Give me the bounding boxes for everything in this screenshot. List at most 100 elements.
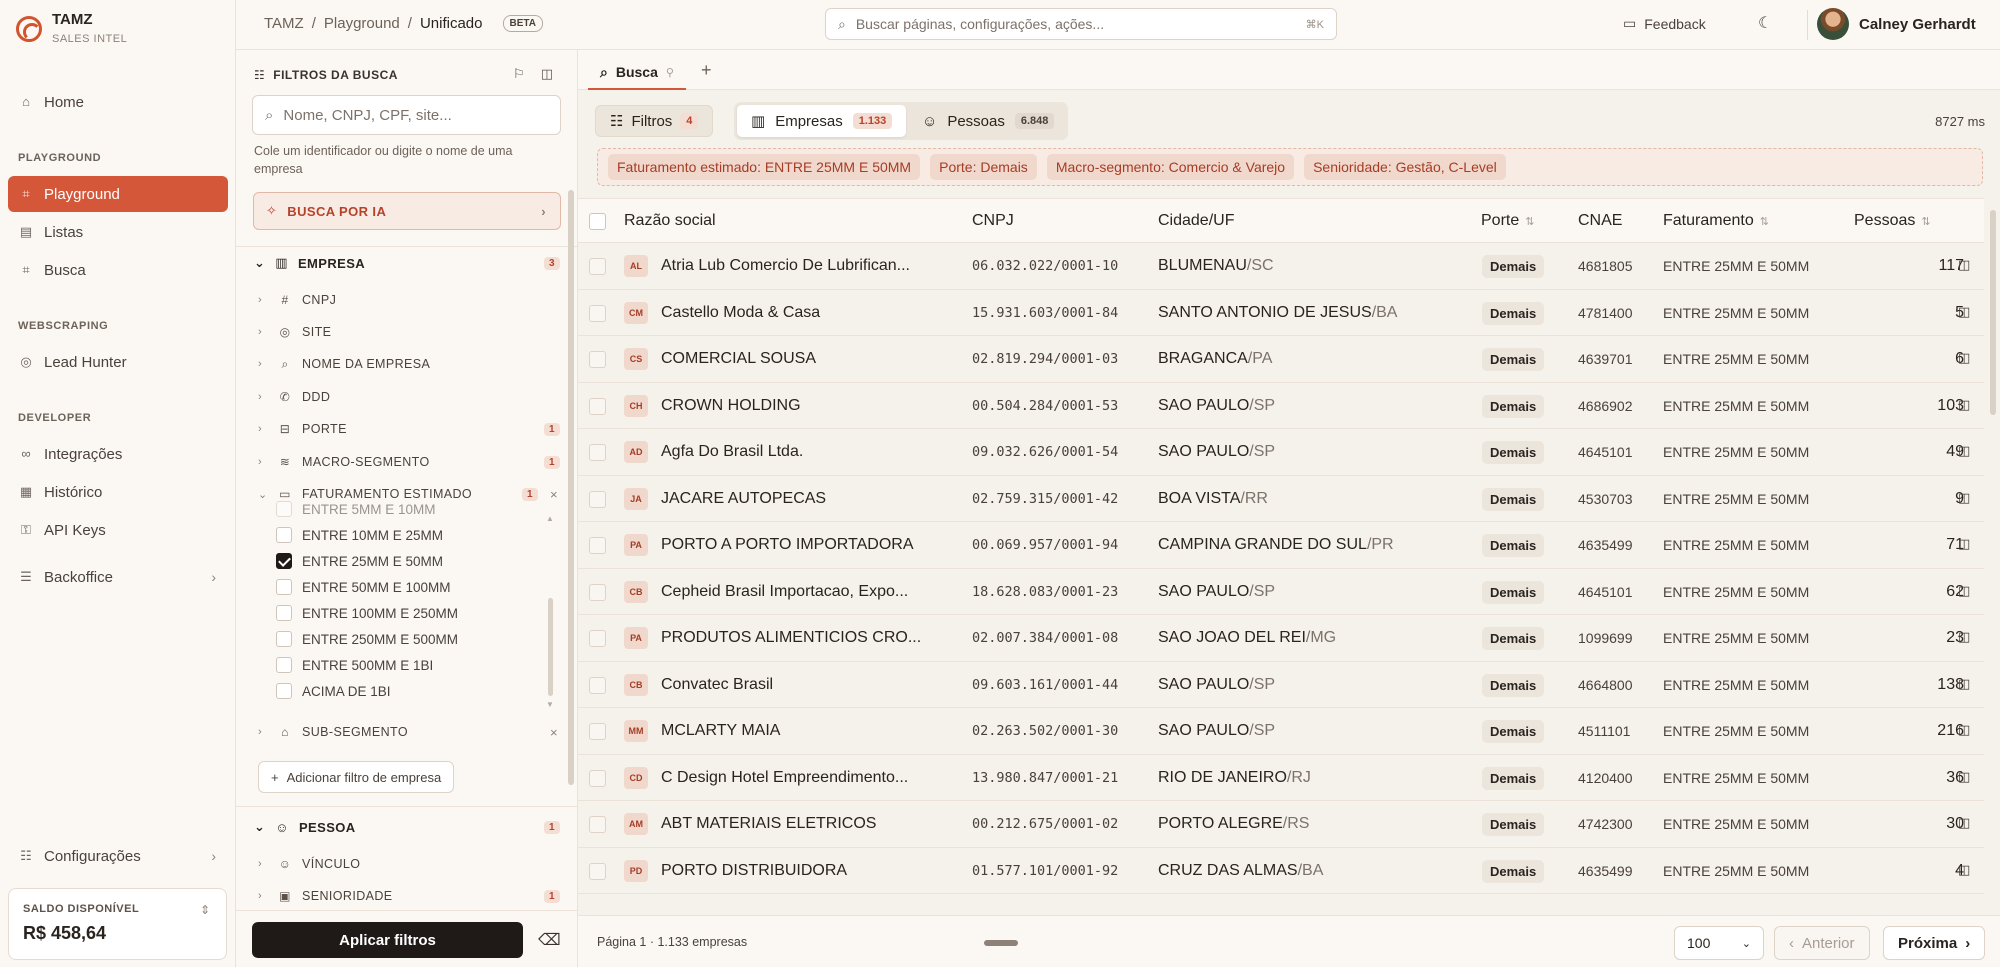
table-row[interactable]: PA PRODUTOS ALIMENTICIOS CRO... 02.007.384… [578, 615, 1984, 662]
panel-toggle-icon[interactable]: ◫ [541, 66, 553, 82]
table-row[interactable]: CB Convatec Brasil 09.603.161/0001-44 SAO P… [578, 661, 1984, 708]
open-panel-icon[interactable]: ◫ [1958, 304, 1970, 320]
eraser-icon[interactable]: ⌫ [538, 930, 561, 950]
company-name[interactable]: Convatec Brasil [661, 676, 773, 694]
row-checkbox[interactable] [589, 862, 606, 880]
pin-icon[interactable]: ⚲ [666, 66, 674, 79]
global-search[interactable]: ⌕ Buscar páginas, configurações, ações..… [825, 8, 1337, 40]
sidebar-item-integracoes[interactable]: ∞ Integrações [8, 436, 228, 472]
breadcrumb-tamz[interactable]: TAMZ [264, 15, 304, 32]
sidebar-item-api-keys[interactable]: ⚿ API Keys [8, 512, 228, 548]
feedback-button[interactable]: ▭ Feedback [1623, 15, 1706, 32]
option-3[interactable]: ENTRE 50MM E 100MM [276, 577, 451, 597]
company-name[interactable]: C Design Hotel Empreendimento... [661, 769, 908, 787]
open-panel-icon[interactable]: ◫ [1958, 815, 1970, 831]
sidebar-item-historico[interactable]: ▦ Histórico [8, 474, 228, 510]
table-row[interactable]: AD Agfa Do Brasil Ltda. 09.032.626/0001-54… [578, 429, 1984, 476]
filter-row-senioridade[interactable]: › ▣ SENIORIDADE 1 [258, 886, 560, 906]
checkbox[interactable] [276, 605, 292, 621]
filter-row-porte[interactable]: › ⊟ PORTE 1 [258, 419, 560, 439]
company-name[interactable]: COMERCIAL SOUSA [661, 350, 816, 368]
option-0[interactable]: ENTRE 5MM E 10MM [276, 499, 436, 519]
next-page-button[interactable]: Próxima › [1883, 926, 1986, 960]
table-row[interactable]: AM ABT MATERIAIS ELETRICOS 00.212.675/0001… [578, 801, 1984, 848]
row-checkbox[interactable] [589, 723, 606, 740]
theme-toggle-moon-icon[interactable]: ☾ [1758, 13, 1772, 33]
column-porte[interactable]: Porte ⇅ [1481, 212, 1534, 230]
filter-row-site[interactable]: › ◎ SITE [258, 322, 560, 342]
table-row[interactable]: JA JACARE AUTOPECAS 02.759.315/0001-42 BOA … [578, 475, 1984, 522]
sidebar-item-busca[interactable]: ⌗ Busca [8, 252, 228, 288]
filters-toggle-button[interactable]: ☷ Filtros 4 [595, 105, 714, 137]
checkbox[interactable] [276, 657, 292, 673]
filter-search-input[interactable]: ⌕ Nome, CNPJ, CPF, site... [252, 95, 561, 135]
open-panel-icon[interactable]: ◫ [1958, 443, 1970, 459]
tab-pessoas[interactable]: ☺ Pessoas 6.848 [908, 105, 1068, 137]
table-scrollbar[interactable] [1990, 210, 1996, 415]
table-row[interactable]: PA PORTO A PORTO IMPORTADORA 00.069.957/00… [578, 522, 1984, 569]
table-row[interactable]: CH CROWN HOLDING 00.504.284/0001-53 SAO PAU… [578, 382, 1984, 429]
table-row[interactable]: CB Cepheid Brasil Importacao, Expo... 18.6… [578, 568, 1984, 615]
add-company-filter-button[interactable]: + Adicionar filtro de empresa [258, 761, 455, 793]
option-2[interactable]: ENTRE 25MM E 50MM [276, 551, 443, 571]
filter-row-sub-segmento[interactable]: › ⌂ SUB-SEGMENTO × [258, 722, 560, 742]
row-checkbox[interactable] [589, 816, 606, 833]
company-name[interactable]: ABT MATERIAIS ELETRICOS [661, 815, 876, 833]
option-6[interactable]: ENTRE 500MM E 1BI [276, 655, 433, 675]
row-checkbox[interactable] [589, 583, 606, 601]
sidebar-item-home[interactable]: ⌂ Home [8, 84, 228, 120]
table-row[interactable]: CS COMERCIAL SOUSA 02.819.294/0001-03 BRAGA… [578, 336, 1984, 383]
open-panel-icon[interactable]: ◫ [1958, 536, 1970, 552]
table-row[interactable]: PD PORTO DISTRIBUIDORA 01.577.101/0001-92 C… [578, 847, 1984, 894]
row-checkbox[interactable] [589, 444, 606, 461]
checkbox[interactable] [276, 527, 292, 543]
tab-busca[interactable]: ⌕ Busca ⚲ [588, 56, 686, 90]
clear-icon[interactable]: × [550, 725, 558, 740]
sidebar-item-backoffice[interactable]: ☰ Backoffice › [8, 559, 228, 595]
filter-row-vinculo[interactable]: › ☺ VÍNCULO [258, 854, 560, 874]
table-row[interactable]: CD C Design Hotel Empreendimento... 13.980… [578, 754, 1984, 801]
open-panel-icon[interactable]: ◫ [1958, 583, 1970, 599]
resize-handle[interactable] [984, 940, 1018, 946]
page-size-select[interactable]: 100 ⌄ [1674, 926, 1764, 960]
balance-card[interactable]: SALDO DISPONÍVEL R$ 458,64 ⇕ [8, 888, 227, 960]
company-name[interactable]: PRODUTOS ALIMENTICIOS CRO... [661, 629, 921, 647]
option-4[interactable]: ENTRE 100MM E 250MM [276, 603, 458, 623]
company-name[interactable]: Agfa Do Brasil Ltda. [661, 443, 803, 461]
filter-row-macro-segmento[interactable]: › ≋ MACRO-SEGMENTO 1 [258, 452, 560, 472]
company-name[interactable]: JACARE AUTOPECAS [661, 490, 826, 508]
open-panel-icon[interactable]: ◫ [1958, 490, 1970, 506]
row-checkbox[interactable] [589, 537, 606, 554]
add-tab-icon[interactable]: + [701, 60, 712, 81]
row-checkbox[interactable] [589, 676, 606, 694]
column-cidade-uf[interactable]: Cidade/UF [1158, 212, 1234, 230]
sidebar-item-playground[interactable]: ⌗ Playground [8, 176, 228, 212]
company-name[interactable]: PORTO DISTRIBUIDORA [661, 862, 847, 880]
open-panel-icon[interactable]: ◫ [1958, 862, 1970, 878]
column-cnpj[interactable]: CNPJ [972, 212, 1014, 230]
option-5[interactable]: ENTRE 250MM E 500MM [276, 629, 458, 649]
row-checkbox[interactable] [589, 769, 606, 787]
open-panel-icon[interactable]: ◫ [1958, 676, 1970, 692]
filter-row-nome[interactable]: › ⌕ NOME DA EMPRESA [258, 354, 560, 374]
open-panel-icon[interactable]: ◫ [1958, 397, 1970, 413]
sidebar-item-lead-hunter[interactable]: ◎ Lead Hunter [8, 344, 228, 380]
previous-page-button[interactable]: ‹ Anterior [1774, 926, 1870, 960]
filter-row-ddd[interactable]: › ✆ DDD [258, 387, 560, 407]
sidebar-item-configuracoes[interactable]: ☷ Configurações › [8, 838, 228, 874]
sidebar-item-listas[interactable]: ▤ Listas [8, 214, 228, 250]
filter-row-cnpj[interactable]: › # CNPJ [258, 290, 560, 310]
filter-chip[interactable]: Senioridade: Gestão, C-Level [1304, 154, 1506, 180]
scroll-up-icon[interactable]: ▲ [546, 514, 554, 523]
filter-chip[interactable]: Porte: Demais [930, 154, 1037, 180]
open-panel-icon[interactable]: ◫ [1958, 257, 1970, 273]
tab-empresas[interactable]: ▥ Empresas 1.133 [737, 105, 907, 137]
column-pessoas[interactable]: Pessoas ⇅ [1854, 212, 1931, 230]
open-panel-icon[interactable]: ◫ [1958, 629, 1970, 645]
row-checkbox[interactable] [589, 304, 606, 322]
table-row[interactable]: CM Castello Moda & Casa 15.931.603/0001-84… [578, 289, 1984, 336]
option-1[interactable]: ENTRE 10MM E 25MM [276, 525, 443, 545]
bookmark-icon[interactable]: ⚐ [513, 66, 525, 82]
row-checkbox[interactable] [589, 397, 606, 415]
open-panel-icon[interactable]: ◫ [1958, 769, 1970, 785]
